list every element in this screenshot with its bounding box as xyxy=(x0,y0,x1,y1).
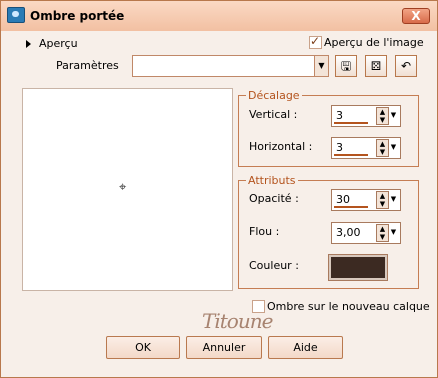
ok-button[interactable]: OK xyxy=(106,336,180,359)
horizontal-label: Horizontal : xyxy=(249,140,313,153)
presets-combobox[interactable]: ▼ xyxy=(132,55,329,77)
help-button[interactable]: Aide xyxy=(268,336,343,359)
vertical-spinner[interactable]: 3 ▲ ▼ ▼ xyxy=(331,105,401,127)
blur-spinner[interactable]: 3,00 ▲ ▼ ▼ xyxy=(331,222,401,244)
app-icon xyxy=(7,7,25,23)
color-label: Couleur : xyxy=(249,259,299,272)
chevron-down-icon[interactable]: ▼ xyxy=(314,56,328,76)
save-icon[interactable]: 🖫 xyxy=(335,55,357,77)
blur-value[interactable]: 3,00 xyxy=(336,226,361,239)
dropdown-icon[interactable]: ▼ xyxy=(389,224,398,240)
vertical-underline xyxy=(334,122,368,124)
cancel-button[interactable]: Annuler xyxy=(186,336,262,359)
crosshair-icon: ⌖ xyxy=(119,180,127,195)
offset-legend: Décalage xyxy=(246,89,302,102)
expand-arrow-icon[interactable] xyxy=(26,40,31,48)
opacity-spinner[interactable]: 30 ▲ ▼ ▼ xyxy=(331,189,401,211)
updown-icon[interactable]: ▲ ▼ xyxy=(376,107,389,125)
horizontal-underline xyxy=(334,154,368,156)
dropdown-icon[interactable]: ▼ xyxy=(389,107,398,123)
drop-shadow-dialog: Ombre portée X Aperçu Aperçu de l'image … xyxy=(0,0,438,378)
updown-icon[interactable]: ▲ ▼ xyxy=(376,224,389,242)
horizontal-spinner[interactable]: 3 ▲ ▼ ▼ xyxy=(331,137,401,159)
vertical-label: Vertical : xyxy=(249,108,298,121)
opacity-value[interactable]: 30 xyxy=(336,193,350,206)
title-bar: Ombre portée X xyxy=(1,1,437,31)
reset-icon[interactable]: ↶ xyxy=(395,55,417,77)
opacity-label: Opacité : xyxy=(249,192,299,205)
preview-pane[interactable]: ⌖ xyxy=(22,88,233,291)
image-preview-label: Aperçu de l'image xyxy=(324,36,424,49)
opacity-underline xyxy=(334,206,368,208)
updown-icon[interactable]: ▲ ▼ xyxy=(376,191,389,209)
dropdown-icon[interactable]: ▼ xyxy=(389,191,398,207)
vertical-value[interactable]: 3 xyxy=(336,109,343,122)
dropdown-icon[interactable]: ▼ xyxy=(389,139,398,155)
attributes-legend: Attributs xyxy=(246,174,298,187)
image-preview-checkbox[interactable] xyxy=(309,34,322,49)
window-title: Ombre portée xyxy=(30,9,125,23)
updown-icon[interactable]: ▲ ▼ xyxy=(376,139,389,157)
presets-label: Paramètres xyxy=(56,59,119,72)
close-button[interactable]: X xyxy=(402,8,430,24)
dice-icon[interactable]: ⚄ xyxy=(365,55,387,77)
watermark-signature: Titoune xyxy=(202,309,273,333)
horizontal-value[interactable]: 3 xyxy=(336,141,343,154)
blur-label: Flou : xyxy=(249,225,280,238)
new-layer-label: Ombre sur le nouveau calque xyxy=(267,300,430,313)
preview-toggle-label[interactable]: Aperçu xyxy=(39,37,78,50)
color-swatch[interactable] xyxy=(328,254,388,281)
